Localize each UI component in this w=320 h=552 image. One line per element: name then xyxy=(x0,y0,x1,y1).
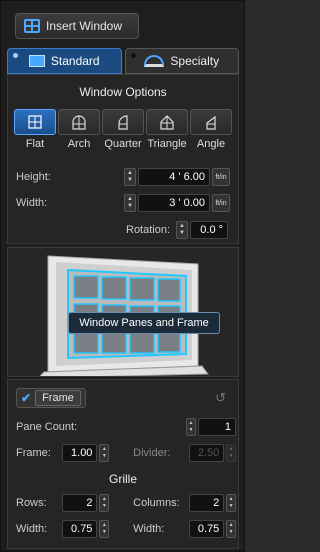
arch-specialty-icon xyxy=(144,55,165,67)
columns-label: Columns: xyxy=(133,497,180,509)
frame-group: ✔ Frame ↺ Pane Count: ▲ ▼ 1 Frame: 1.00 ▲… xyxy=(7,379,239,549)
standard-window-icon xyxy=(28,55,45,67)
flat-shape-button[interactable] xyxy=(14,109,56,135)
frame-divider-row: Frame: 1.00 ▲ ▼ Divider: 2.50 ▲ ▼ xyxy=(16,444,237,462)
rotation-input[interactable]: 0.0 ° xyxy=(190,221,229,239)
triangle-window-icon xyxy=(160,114,174,130)
rotation-label: Rotation: xyxy=(126,224,171,236)
window-options-group: Window Options Flat Arch Quarter Triangl… xyxy=(7,74,239,244)
columns-input[interactable]: 2 xyxy=(189,494,225,512)
shape-option-quarter: Quarter xyxy=(102,109,144,150)
insert-window-label: Insert Window xyxy=(46,19,123,33)
height-label: Height: xyxy=(16,171,51,183)
height-input[interactable]: 4 ' 6.00 xyxy=(138,168,210,186)
grille-widths-row: Width: 0.75 ▲ ▼ Width: 0.75 ▲ ▼ xyxy=(16,520,237,538)
columns-width-label: Width: xyxy=(133,523,165,535)
quarter-window-icon xyxy=(118,114,128,130)
width-unit-button[interactable]: ft/in xyxy=(212,194,230,212)
rows-input[interactable]: 2 xyxy=(62,494,98,512)
insert-window-panel: Insert Window Standard Specialty Window … xyxy=(0,0,245,552)
frame-width-spinner[interactable]: ▲ ▼ xyxy=(99,444,110,462)
grille-title: Grille xyxy=(108,472,137,486)
tab-standard[interactable]: Standard xyxy=(7,48,122,74)
angle-shape-label: Angle xyxy=(196,138,226,150)
pane-count-label: Pane Count: xyxy=(16,421,78,433)
triangle-shape-label: Triangle xyxy=(147,138,187,150)
triangle-shape-button[interactable] xyxy=(146,109,188,135)
width-spinner[interactable]: ▲ ▼ xyxy=(124,194,136,212)
angle-window-icon xyxy=(206,115,216,130)
tab-indicator-dot xyxy=(130,53,136,58)
frame-width-label: Frame: xyxy=(16,447,51,459)
angle-shape-button[interactable] xyxy=(190,109,232,135)
checkmark-icon: ✔ xyxy=(21,391,32,405)
shape-option-arch: Arch xyxy=(58,109,100,150)
arch-shape-label: Arch xyxy=(67,138,91,150)
tab-specialty[interactable]: Specialty xyxy=(124,48,239,74)
width-input[interactable]: 3 ' 0.00 xyxy=(138,194,210,212)
pane-count-spinner[interactable]: ▲ ▼ xyxy=(186,418,196,436)
insert-window-button[interactable]: Insert Window xyxy=(15,13,139,39)
rotation-spinner[interactable]: ▲ ▼ xyxy=(176,221,189,239)
window-options-title: Window Options xyxy=(79,85,167,99)
rows-label: Rows: xyxy=(16,497,47,509)
columns-width-input[interactable]: 0.75 xyxy=(189,520,225,538)
height-unit-button[interactable]: ft/in xyxy=(212,168,230,186)
shape-option-flat: Flat xyxy=(14,109,56,150)
frame-toggle[interactable]: ✔ Frame xyxy=(16,388,86,408)
pane-count-row: Pane Count: ▲ ▼ 1 xyxy=(16,418,236,436)
frame-width-input[interactable]: 1.00 xyxy=(62,444,98,462)
preview-tooltip: Window Panes and Frame xyxy=(68,312,220,334)
frame-toggle-label: Frame xyxy=(35,390,81,406)
shape-option-angle: Angle xyxy=(190,109,232,150)
shape-option-triangle: Triangle xyxy=(146,109,188,150)
rows-width-label: Width: xyxy=(16,523,48,535)
width-label: Width: xyxy=(16,197,48,209)
window-shape-options: Flat Arch Quarter Triangle Angle xyxy=(14,109,232,150)
arch-window-icon xyxy=(72,114,86,130)
grille-rows-columns-row: Rows: 2 ▲ ▼ Columns: 2 ▲ ▼ xyxy=(16,494,237,512)
window-type-tabs: Standard Specialty xyxy=(7,48,239,74)
rows-width-input[interactable]: 0.75 xyxy=(62,520,98,538)
quarter-shape-label: Quarter xyxy=(104,138,142,150)
columns-width-spinner[interactable]: ▲ ▼ xyxy=(226,520,237,538)
rotation-row: Rotation: ▲ ▼ 0.0 ° xyxy=(126,221,229,239)
width-row: Width: ▲ ▼ 3 ' 0.00 ft/in xyxy=(16,194,236,212)
quarter-shape-button[interactable] xyxy=(102,109,144,135)
reset-icon[interactable]: ↺ xyxy=(215,390,226,406)
height-spinner[interactable]: ▲ ▼ xyxy=(124,168,136,186)
divider-input[interactable]: 2.50 xyxy=(189,444,225,462)
pane-count-input[interactable]: 1 xyxy=(198,418,236,436)
grid-window-icon xyxy=(28,115,42,129)
tab-specialty-label: Specialty xyxy=(170,54,220,68)
tab-standard-label: Standard xyxy=(50,54,100,68)
flat-shape-label: Flat xyxy=(25,138,45,150)
divider-label: Divider: xyxy=(133,447,171,459)
window-icon xyxy=(24,19,40,33)
rows-width-spinner[interactable]: ▲ ▼ xyxy=(99,520,110,538)
tab-indicator-dot xyxy=(13,53,18,58)
height-row: Height: ▲ ▼ 4 ' 6.00 ft/in xyxy=(16,168,236,186)
columns-spinner[interactable]: ▲ ▼ xyxy=(226,494,237,512)
divider-spinner[interactable]: ▲ ▼ xyxy=(226,444,237,462)
arch-shape-button[interactable] xyxy=(58,109,100,135)
window-preview: Window Panes and Frame xyxy=(7,247,239,377)
rows-spinner[interactable]: ▲ ▼ xyxy=(99,494,110,512)
